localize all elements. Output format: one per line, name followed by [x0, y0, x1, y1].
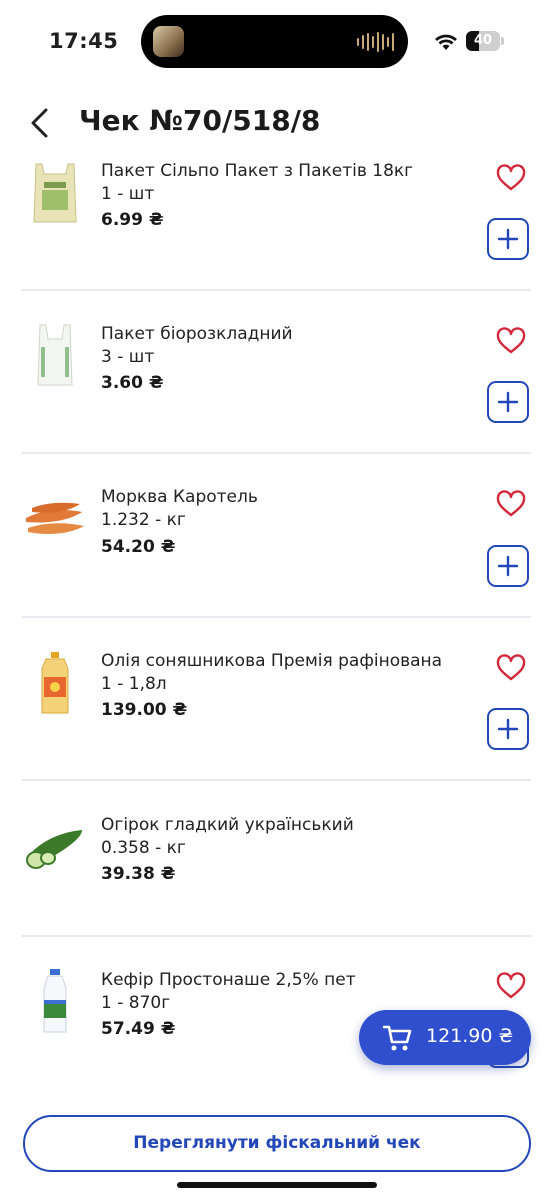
status-bar: 17:45 40 [0, 0, 554, 80]
product-quantity: 1 - 1,8л [101, 674, 167, 694]
divider [22, 289, 531, 291]
cart-icon [383, 1025, 412, 1051]
view-fiscal-receipt-button[interactable]: Переглянути фіскальний чек [23, 1115, 531, 1172]
plus-icon [497, 228, 519, 250]
plus-icon [497, 718, 519, 740]
product-price: 3.60 ₴ [101, 373, 164, 393]
heart-icon[interactable] [496, 327, 526, 355]
cart-total: 121.90 ₴ [426, 1025, 514, 1047]
page-title: Чек №70/518/8 [79, 104, 321, 137]
heart-icon[interactable] [496, 490, 526, 518]
product-quantity: 0.358 - кг [101, 838, 186, 858]
product-image [41, 652, 69, 714]
home-indicator[interactable] [177, 1182, 377, 1188]
add-to-cart-button[interactable] [487, 545, 529, 587]
product-name: Пакет Сільпо Пакет з Пакетів 18кг [101, 161, 414, 181]
plus-icon [497, 555, 519, 577]
product-quantity: 1.232 - кг [101, 510, 186, 530]
back-icon[interactable] [26, 106, 56, 140]
product-price: 57.49 ₴ [101, 1019, 176, 1039]
wifi-icon [435, 34, 457, 50]
plus-icon [497, 391, 519, 413]
divider [22, 779, 531, 781]
dynamic-island[interactable] [141, 15, 408, 68]
product-image [26, 830, 82, 869]
divider [22, 452, 531, 454]
product-price: 6.99 ₴ [101, 210, 164, 230]
product-name: Пакет біорозкладний [101, 324, 293, 344]
product-name: Олія соняшникова Премія рафінована [101, 651, 443, 671]
divider [22, 616, 531, 618]
product-image [43, 969, 67, 1033]
product-image [37, 324, 73, 386]
battery-icon: 40 [466, 31, 500, 51]
add-to-cart-button[interactable] [487, 218, 529, 260]
product-image [33, 163, 77, 223]
product-quantity: 1 - шт [101, 184, 155, 204]
now-playing-artwork [153, 26, 184, 57]
battery-cap [501, 37, 504, 45]
product-name: Огірок гладкий український [101, 815, 354, 835]
product-price: 54.20 ₴ [101, 537, 176, 557]
product-name: Кефір Простонаше 2,5% пет [101, 970, 356, 990]
status-time: 17:45 [49, 29, 119, 53]
product-quantity: 3 - шт [101, 347, 155, 367]
product-name: Морква Каротель [101, 487, 258, 507]
product-price: 39.38 ₴ [101, 864, 176, 884]
add-to-cart-button[interactable] [487, 708, 529, 750]
product-price: 139.00 ₴ [101, 700, 188, 720]
divider [22, 935, 531, 937]
add-to-cart-button[interactable] [487, 381, 529, 423]
audio-waveform-icon [357, 32, 394, 52]
heart-icon[interactable] [496, 654, 526, 682]
product-quantity: 1 - 870г [101, 993, 171, 1013]
battery-level: 40 [473, 33, 493, 48]
cart-button[interactable]: 121.90 ₴ [359, 1010, 531, 1065]
product-image [26, 502, 84, 534]
heart-icon[interactable] [496, 164, 526, 192]
heart-icon[interactable] [496, 972, 526, 1000]
